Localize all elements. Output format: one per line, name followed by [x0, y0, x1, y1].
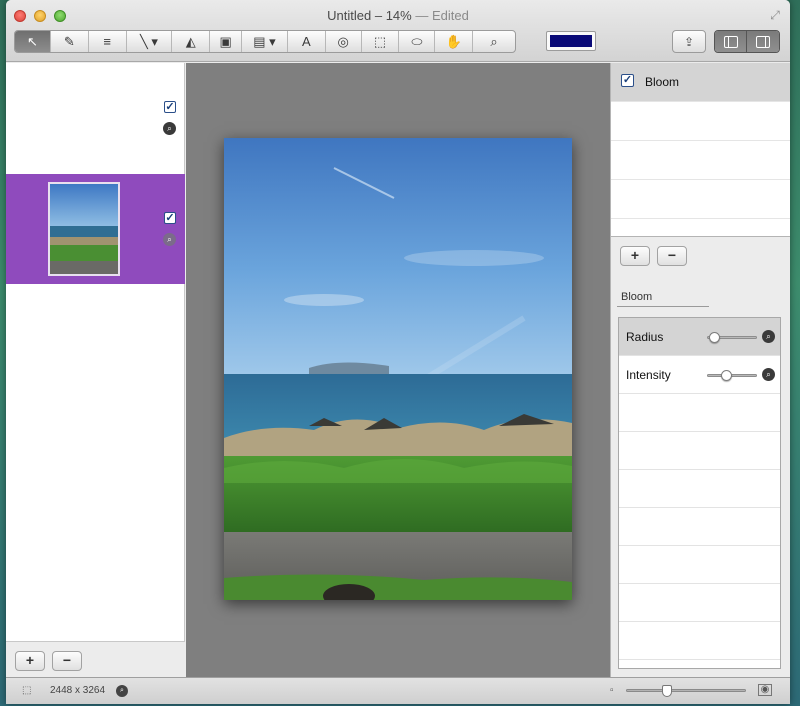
portrait-mask-icon: ▣	[219, 33, 232, 49]
right-panel-icon	[756, 35, 770, 48]
zoom-slider-knob[interactable]	[661, 685, 672, 697]
window-title: Untitled – 14% — Edited	[6, 8, 790, 23]
zoom-out-icon[interactable]: ▫	[610, 685, 614, 696]
photo-seascape	[224, 138, 572, 600]
text-tool-button[interactable]: A	[288, 31, 326, 52]
hand-icon: ✋	[445, 33, 462, 49]
info-magnifier-icon[interactable]: ⌕	[116, 685, 128, 697]
swirl-tool-button[interactable]: ◎	[326, 31, 362, 52]
param-label: Radius	[626, 330, 664, 344]
param-slider-knob[interactable]	[720, 370, 732, 381]
toggle-right-panel-button[interactable]	[747, 31, 779, 52]
remove-filter-button[interactable]: −	[657, 246, 687, 266]
left-panel-icon	[723, 35, 738, 48]
rect-select-tool-button[interactable]: ⬚	[362, 31, 400, 52]
multi-brush-tool-button[interactable]: ≡	[89, 31, 127, 52]
param-row-empty	[619, 584, 780, 622]
lasso-icon: ⬭	[411, 33, 423, 49]
filter-section-title: Bloom	[617, 291, 709, 307]
param-row-empty	[619, 432, 780, 470]
param-magnifier-icon[interactable]: ⌕	[762, 330, 775, 343]
param-label: Intensity	[626, 368, 671, 382]
edited-indicator: — Edited	[415, 8, 469, 23]
share-button[interactable]: ⇪	[672, 30, 706, 53]
gradient-tool-button[interactable]: ▤ ▾	[242, 31, 288, 52]
thumbnail-image	[50, 184, 118, 274]
param-row[interactable]: Intensity ⌕	[619, 356, 780, 394]
layer-row-photo[interactable]: ✓ ⌕	[6, 174, 185, 284]
param-row-empty	[619, 508, 780, 546]
filter-row-empty	[611, 102, 790, 141]
layer-visible-checkbox[interactable]: ✓	[164, 101, 176, 113]
text-icon: A	[301, 34, 311, 49]
layers-sidebar: ✓ ⌕ ✓ ⌕ + −	[6, 63, 185, 677]
canvas-area[interactable]	[186, 63, 610, 677]
filter-row-empty	[611, 180, 790, 219]
paintbrush-icon: ✎	[63, 33, 75, 49]
hand-tool-button[interactable]: ✋	[435, 31, 474, 52]
param-row-empty	[619, 470, 780, 508]
view-toggle-group	[714, 30, 780, 53]
layer-inspect-icon[interactable]: ⌕	[163, 122, 176, 135]
lasso-tool-button[interactable]: ⬭	[399, 31, 436, 52]
zoom-slider[interactable]	[626, 685, 746, 697]
status-bar: ⬚ 2448 x 3264 ⌕ ▫ ◉	[6, 677, 790, 704]
document-image[interactable]	[224, 138, 572, 600]
rect-select-icon: ⬚	[373, 33, 387, 49]
tool-palette: ↖ ✎ ≡ ╲ ▾ ◭ ▣ ▤ ▾ A ◎ ⬚ ⬭ ✋ ⌕	[14, 30, 516, 53]
app-window: Untitled – 14% — Edited ⤢ ↖ ✎ ≡ ╲ ▾ ◭ ▣ ▤ ▾ A ◎ ⬚…	[6, 0, 790, 704]
layer-inspect-icon[interactable]: ⌕	[163, 233, 176, 246]
eraser-icon: ◭	[185, 33, 196, 49]
param-slider-knob[interactable]	[709, 332, 720, 343]
layer-row-background[interactable]: ✓ ⌕	[6, 63, 185, 173]
eraser-tool-button[interactable]: ◭	[172, 31, 211, 52]
layer-visible-checkbox[interactable]: ✓	[164, 212, 176, 224]
layers-footer: + −	[6, 641, 185, 677]
param-slider[interactable]	[707, 370, 757, 381]
color-well[interactable]	[546, 31, 596, 51]
layer-thumbnail	[48, 182, 120, 276]
filter-row[interactable]: ✓ Bloom	[611, 63, 790, 102]
share-icon: ⇪	[683, 34, 695, 49]
param-row-empty	[619, 394, 780, 432]
titlebar: Untitled – 14% — Edited ⤢ ↖ ✎ ≡ ╲ ▾ ◭ ▣ ▤ ▾ A ◎ ⬚…	[6, 0, 790, 62]
fullscreen-icon[interactable]: ⤢	[768, 8, 782, 22]
select-tool-button[interactable]: ↖	[15, 31, 51, 52]
zoom-fit-icon[interactable]: ◉	[758, 684, 772, 696]
toggle-left-panel-button[interactable]	[715, 31, 748, 52]
mask-tool-button[interactable]: ▣	[210, 31, 243, 52]
filter-enabled-checkbox[interactable]: ✓	[621, 74, 634, 87]
magnifier-icon: ⌕	[490, 33, 498, 49]
add-filter-button[interactable]: +	[620, 246, 650, 266]
add-layer-button[interactable]: +	[15, 651, 45, 671]
line-tool-button[interactable]: ╲ ▾	[127, 31, 173, 52]
zoom-tool-button[interactable]: ⌕	[473, 31, 515, 52]
multi-brush-icon: ≡	[103, 34, 111, 49]
param-slider[interactable]	[707, 332, 757, 343]
filter-name: Bloom	[645, 75, 680, 89]
line-icon: ╲ ▾	[139, 33, 158, 49]
gradient-icon: ▤ ▾	[253, 33, 276, 49]
image-size-icon: ⬚	[22, 685, 32, 696]
color-swatch	[550, 35, 592, 47]
arrow-cursor-icon: ↖	[26, 33, 38, 49]
filter-inspector: ✓ Bloom + − Bloom Radius ⌕ Intensity ⌕	[610, 63, 790, 677]
filter-row-empty	[611, 141, 790, 180]
param-row-empty	[619, 546, 780, 584]
filter-list: ✓ Bloom	[611, 63, 790, 237]
window-title-text: Untitled – 14%	[327, 8, 412, 23]
param-row[interactable]: Radius ⌕	[619, 318, 780, 356]
brush-tool-button[interactable]: ✎	[51, 31, 89, 52]
swirl-icon: ◎	[337, 33, 349, 49]
filter-parameter-list: Radius ⌕ Intensity ⌕	[618, 317, 781, 669]
remove-layer-button[interactable]: −	[52, 651, 82, 671]
param-magnifier-icon[interactable]: ⌕	[762, 368, 775, 381]
param-row-empty	[619, 622, 780, 660]
image-dimensions: 2448 x 3264	[50, 685, 106, 696]
